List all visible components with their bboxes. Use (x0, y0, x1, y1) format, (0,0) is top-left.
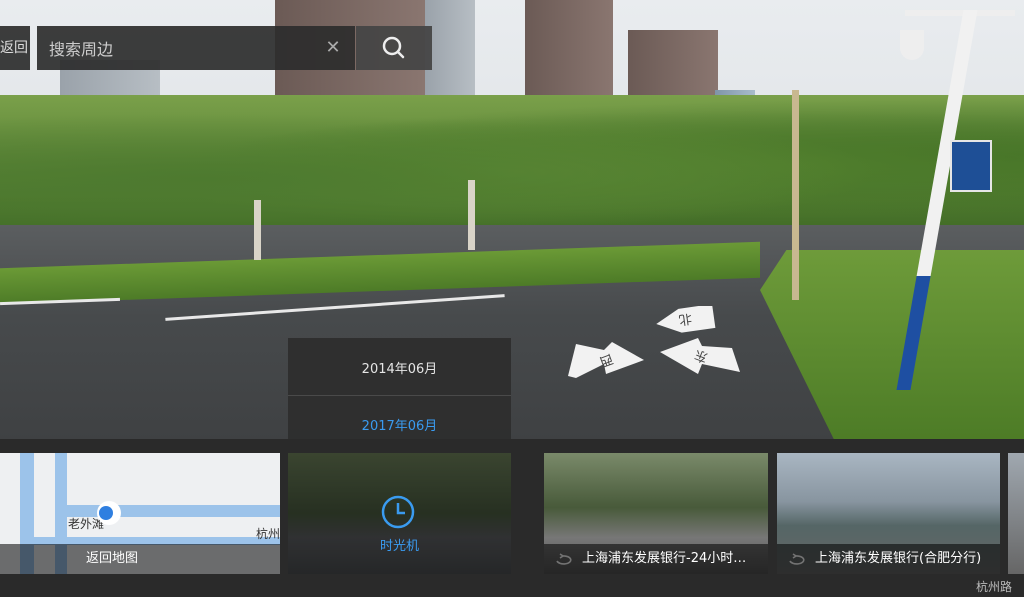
west-arrow[interactable]: 西 (566, 340, 648, 380)
panorama-title: 上海浦东发展银行-24小时… (544, 544, 768, 574)
panorama-thumbnail[interactable] (1008, 453, 1024, 574)
map-street-label: 杭州 (256, 527, 280, 541)
panorama-thumbnail[interactable]: 上海浦东发展银行-24小时… (544, 453, 768, 574)
location-marker-icon (97, 501, 121, 525)
map-thumbnail[interactable]: 老外滩 杭州 返回地图 (0, 453, 280, 574)
north-arrow-label: 北 (678, 310, 693, 327)
traffic-sign (950, 140, 992, 192)
time-machine-dropdown: 2014年06月 2017年06月 (288, 338, 511, 440)
time-machine-thumbnail[interactable]: 时光机 (288, 453, 511, 574)
time-option-2014-06[interactable]: 2014年06月 (288, 358, 511, 377)
time-option-2017-06[interactable]: 2017年06月 (288, 415, 511, 434)
search-box: ✕ (37, 26, 355, 72)
surveillance-camera (900, 30, 924, 60)
back-button[interactable]: 返回 (0, 26, 30, 70)
back-to-map-label: 返回地图 (0, 544, 280, 574)
search-icon (382, 36, 405, 59)
tree-trunk (468, 180, 475, 250)
current-road-label: 杭州路 (975, 580, 1012, 594)
camera-arm (905, 10, 1015, 16)
tree-trunk (254, 200, 261, 260)
north-arrow[interactable]: 北 (652, 306, 718, 334)
tree-line (0, 95, 1024, 235)
search-button[interactable] (356, 26, 432, 70)
panorama-title: 上海浦东发展银行(合肥分行) (777, 544, 1000, 574)
time-machine-label: 时光机 (379, 539, 419, 554)
clock-icon (381, 495, 415, 529)
divider (288, 395, 511, 396)
close-icon[interactable]: ✕ (321, 36, 345, 60)
east-arrow[interactable]: 东 (658, 336, 742, 376)
search-input[interactable] (47, 26, 321, 72)
building (425, 0, 475, 110)
panorama-thumbnail[interactable]: 上海浦东发展银行(合肥分行) (777, 453, 1000, 574)
tree-trunk (792, 90, 799, 300)
